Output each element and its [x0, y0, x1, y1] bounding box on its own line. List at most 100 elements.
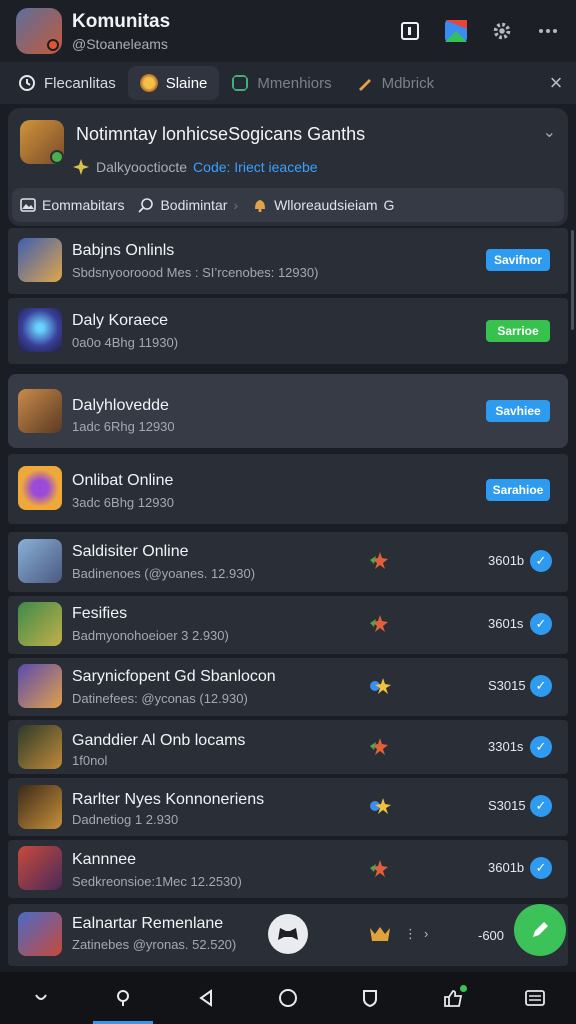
more-icon[interactable] — [536, 19, 560, 43]
notification-subtitle: Dalkyooctiocte Code: Iriect ieacebe — [73, 158, 318, 176]
nav-menu[interactable] — [519, 982, 551, 1014]
game-title: Onlibat Online — [72, 472, 174, 489]
game-action-button[interactable]: Sarahioe — [486, 479, 550, 501]
chevron-right-icon[interactable]: › — [424, 926, 428, 941]
download-count: S3015 — [488, 798, 526, 813]
tab-slaine[interactable]: Slaine — [127, 66, 220, 100]
game-row[interactable]: Daly Koraece 0a0o 4Bhg 11930) Sarrioe — [8, 298, 568, 364]
gear-icon[interactable] — [490, 19, 514, 43]
nav-shield[interactable] — [354, 982, 386, 1014]
game-thumbnail — [18, 846, 62, 890]
list-item[interactable]: Sarynicfopent Gd Sbanlocon Datinefees: @… — [8, 658, 568, 716]
status-badge — [47, 39, 59, 51]
online-dot — [50, 150, 64, 164]
filter-label: Bodimintar — [160, 197, 228, 213]
community-avatar[interactable] — [16, 8, 62, 54]
filter-bodimintar[interactable]: Bodimintar › — [138, 197, 238, 213]
notification-avatar — [20, 120, 64, 164]
close-icon[interactable]: × — [542, 69, 570, 97]
controller-button[interactable] — [268, 914, 308, 954]
list-item[interactable]: Saldisiter Online Badinenoes (@yoanes. 1… — [8, 532, 568, 592]
image-icon — [20, 198, 36, 212]
game-title: Babjns Onlinls — [72, 242, 175, 259]
game-title: Kannnee — [72, 851, 137, 868]
game-action-button[interactable]: Savhiee — [486, 400, 550, 422]
game-thumbnail — [18, 664, 62, 708]
game-row[interactable]: Dalyhlovedde 1adc 6Rhg 12930 Savhiee — [8, 374, 568, 448]
chat-icon — [232, 75, 249, 91]
download-count: S3015 — [488, 678, 526, 693]
color-tile-icon[interactable] — [444, 19, 468, 43]
gem-icon — [370, 798, 391, 814]
clock-icon — [19, 75, 35, 91]
game-thumbnail — [18, 912, 62, 956]
notification-card[interactable]: Notimntay lonhicseSogicans Ganths ⌄ Dalk… — [8, 108, 568, 226]
bottom-nav — [0, 972, 576, 1024]
chevron-down-icon[interactable]: ⌄ — [543, 122, 556, 142]
download-count: 3601b — [488, 860, 525, 875]
game-subtitle: Badinenoes (@yoanes. 12.930) — [72, 566, 256, 581]
gamepad-icon — [278, 928, 298, 940]
game-subtitle: Zatinebes @yronas. 52.520) — [72, 937, 237, 952]
game-row[interactable]: Babjns Onlinls Sbdsnyooroood Mes : SI’rc… — [8, 228, 568, 294]
game-row[interactable]: Onlibat Online 3adc 6Bhg 12930 Sarahioe — [8, 454, 568, 524]
tab-mdbrick[interactable]: Mdbrick — [344, 66, 447, 100]
check-icon[interactable]: ✓ — [530, 795, 552, 817]
header-text: Komunitas @Stoaneleams — [72, 11, 398, 52]
game-subtitle: 1adc 6Rhg 12930 — [72, 419, 175, 434]
game-action-button[interactable]: Savifnor — [486, 249, 550, 271]
tab-label: Slaine — [165, 74, 208, 92]
leaf-icon — [370, 552, 388, 569]
tab-label: Mmenhiors — [257, 74, 332, 92]
nav-home[interactable] — [25, 982, 57, 1014]
compose-button[interactable] — [514, 904, 566, 956]
game-title: Sarynicfopent Gd Sbanlocon — [72, 668, 276, 685]
list-item[interactable]: Ganddier Al Onb locams 1f0nol 3301s ✓ — [8, 720, 568, 774]
game-subtitle: 0a0o 4Bhg 11930) — [72, 335, 179, 350]
crown-icon — [370, 927, 390, 941]
nav-home-circle[interactable] — [272, 982, 304, 1014]
check-icon[interactable]: ✓ — [530, 613, 552, 635]
filter-wllore[interactable]: Wlloreaudsieiam G — [252, 197, 394, 213]
nav-back[interactable] — [190, 982, 222, 1014]
download-count: 3301s — [488, 739, 524, 754]
check-icon[interactable]: ✓ — [530, 857, 552, 879]
filter-label: Eommabitars — [42, 197, 125, 213]
nav-community[interactable] — [93, 982, 154, 1024]
check-icon[interactable]: ✓ — [530, 675, 552, 697]
game-thumbnail — [18, 389, 62, 433]
leaf-icon — [370, 860, 388, 877]
pencil-icon — [533, 922, 548, 937]
filter-label: Wlloreaudsieiam — [274, 197, 378, 213]
tab-label: Flecanlitas — [44, 74, 116, 92]
game-title: Fesifies — [72, 605, 128, 622]
leaf-icon — [370, 738, 388, 755]
filter-eommabitars[interactable]: Eommabitars — [20, 197, 124, 213]
list-item[interactable]: Fesifies Badmyonohoeioer 3 2.930) 3601s … — [8, 596, 568, 654]
app-root: Komunitas @Stoaneleams Flecanlitas Slain… — [0, 0, 576, 1024]
notification-code-link[interactable]: Code: Iriect ieacebe — [193, 159, 318, 175]
bell-icon — [255, 200, 266, 213]
check-icon[interactable]: ✓ — [530, 550, 552, 572]
tab-mmenhiors[interactable]: Mmenhiors — [219, 66, 343, 100]
notification-sub-text: Dalkyooctiocte — [96, 159, 188, 175]
game-thumbnail — [18, 539, 62, 583]
nav-likes[interactable] — [437, 982, 469, 1014]
list-item[interactable]: Rarlter Nyes Konnoneriens Dadnetiog 1 2.… — [8, 778, 568, 836]
more-options-icon[interactable]: ⋮ — [404, 926, 417, 942]
shield-icon — [363, 990, 378, 1007]
app-header: Komunitas @Stoaneleams — [0, 0, 576, 62]
game-title: Dalyhlovedde — [72, 397, 169, 414]
list-item[interactable]: Kannnee Sedkreonsioe:1Mec 12.2530) 3601b… — [8, 840, 568, 898]
tab-label: Mdbrick — [381, 74, 435, 92]
community-handle: @Stoaneleams — [72, 35, 168, 52]
tab-flecanlitas[interactable]: Flecanlitas — [6, 66, 128, 100]
download-count: -600 — [478, 928, 505, 943]
game-action-button[interactable]: Sarrioe — [486, 320, 550, 342]
game-subtitle: 1f0nol — [72, 753, 108, 768]
square-icon[interactable] — [398, 19, 422, 43]
scrollbar[interactable] — [571, 230, 574, 330]
filter-separator: › — [233, 197, 239, 213]
sparkle-icon — [73, 159, 89, 175]
check-icon[interactable]: ✓ — [530, 736, 552, 758]
